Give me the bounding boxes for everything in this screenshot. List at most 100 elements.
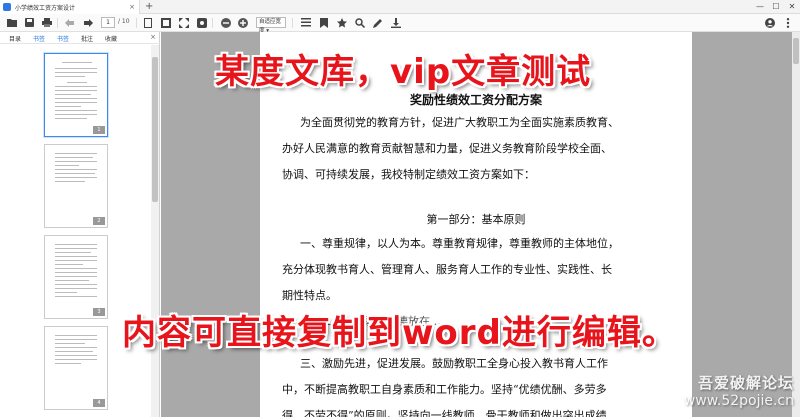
thumbnail-page-number: 3 xyxy=(93,308,105,316)
thumbnail-list: 1 2 3 4 xyxy=(0,45,150,417)
maximize-button[interactable]: ☐ xyxy=(768,0,784,14)
toolbar-separator xyxy=(136,18,137,28)
edit-icon[interactable] xyxy=(372,17,383,28)
watermark: 吾爱破解论坛 www.52pojie.cn xyxy=(684,372,794,409)
thumbnail-line xyxy=(55,106,81,107)
toolbar-separator xyxy=(212,18,213,28)
thumbnail-line xyxy=(55,94,91,95)
overlay-caption-top: 某度文库，vip文章测试 xyxy=(215,52,592,92)
page-number-input[interactable]: 1 xyxy=(101,17,115,28)
thumbnail-page-number: 1 xyxy=(93,126,105,134)
thumbnail-line xyxy=(55,252,91,253)
tab-annotations[interactable]: 批注 xyxy=(81,34,93,43)
thumbnail-line xyxy=(55,264,83,265)
close-window-button[interactable]: ✕ xyxy=(784,0,800,14)
tab-contents[interactable]: 目录 xyxy=(9,34,21,43)
thumbnail-line xyxy=(55,268,97,269)
thumbnail-line xyxy=(55,288,97,289)
thumbnail-line xyxy=(55,118,87,119)
thumbnail-line xyxy=(55,272,97,273)
single-page-icon[interactable] xyxy=(142,17,153,28)
window-controls: — ☐ ✕ xyxy=(752,0,800,14)
paragraph-line: 得、不劳不得”的原则。坚持向一线教师、骨干教师和做出突出成绩 xyxy=(282,409,607,417)
tab-thumbnails[interactable]: 书签 xyxy=(33,34,45,43)
thumbnail-line xyxy=(55,248,97,249)
thumbnail-line xyxy=(55,280,89,281)
tab-bookmarks[interactable]: 书签 xyxy=(57,34,69,43)
fit-page-icon[interactable] xyxy=(160,17,171,28)
toolbar-separator xyxy=(57,18,58,28)
new-tab-button[interactable]: + xyxy=(145,0,153,14)
thumbnail-line xyxy=(55,165,79,166)
toolbar: 1 / 10 自适应宽度 ▾ xyxy=(0,14,800,34)
thumbnail-line xyxy=(55,161,97,162)
thumbnail-line xyxy=(55,114,97,115)
open-folder-icon[interactable] xyxy=(6,17,17,28)
zoom-in-icon[interactable] xyxy=(237,17,248,28)
next-page-icon[interactable] xyxy=(83,17,94,28)
paragraph-line: 协调、可持续发展，我校特制定绩效工资方案如下： xyxy=(282,168,535,181)
tab-close-icon[interactable]: × xyxy=(129,3,135,11)
title-bar: 小学绩效工资方案设计 × + — ☐ ✕ xyxy=(0,0,800,14)
bookmark-icon[interactable] xyxy=(318,17,329,28)
sidebar-close-icon[interactable]: × xyxy=(150,33,156,41)
screenshot-icon[interactable] xyxy=(196,17,207,28)
page-thumbnail[interactable]: 1 xyxy=(44,53,108,137)
thumbnail-line xyxy=(55,177,97,178)
thumbnail-line xyxy=(55,98,97,99)
zoom-out-icon[interactable] xyxy=(220,17,231,28)
previous-page-icon[interactable] xyxy=(64,17,75,28)
thumbnail-line xyxy=(55,276,97,277)
thumbnail-line xyxy=(55,76,85,77)
document-title: 奖励性绩效工资分配方案 xyxy=(409,93,542,107)
paragraph-line: 一、尊重规律，以人为本。尊重教育规律，尊重教师的主体地位， xyxy=(300,237,619,250)
thumbnail-line xyxy=(55,102,97,103)
thumbnail-line xyxy=(55,72,97,73)
thumbnail-line xyxy=(55,244,97,245)
zoom-select[interactable]: 自适应宽度 ▾ xyxy=(256,17,286,34)
page-thumbnail[interactable]: 3 xyxy=(44,235,108,319)
thumbnail-line xyxy=(55,355,97,356)
page-thumbnail[interactable]: 4 xyxy=(44,326,108,410)
thumbnail-line xyxy=(55,343,85,344)
thumbnail-line xyxy=(55,347,97,348)
sidebar-scrollbar[interactable] xyxy=(151,45,159,417)
thumbnail-line xyxy=(55,157,93,158)
thumbnail-line xyxy=(55,181,85,182)
thumbnail-line xyxy=(62,62,92,63)
save-icon[interactable] xyxy=(24,17,35,28)
thumbnail-line xyxy=(55,292,77,293)
watermark-title: 吾爱破解论坛 xyxy=(697,374,794,392)
document-tab[interactable]: 小学绩效工资方案设计 × xyxy=(0,0,140,14)
thumbnail-line xyxy=(55,359,97,360)
thumbnail-line xyxy=(55,153,97,154)
thumbnail-line xyxy=(55,256,97,257)
page-thumbnail[interactable]: 2 xyxy=(44,144,108,228)
thumbnail-line xyxy=(55,68,97,69)
tab-title: 小学绩效工资方案设计 xyxy=(15,4,76,12)
outline-list-icon[interactable] xyxy=(300,17,311,28)
sidebar-scroll-thumb[interactable] xyxy=(152,57,158,202)
thumbnail-line xyxy=(55,335,97,336)
more-menu-icon[interactable] xyxy=(782,17,793,28)
download-icon[interactable] xyxy=(390,17,401,28)
search-icon[interactable] xyxy=(354,17,365,28)
fit-width-icon[interactable] xyxy=(178,17,189,28)
thumbnail-line xyxy=(55,110,97,111)
star-icon[interactable] xyxy=(336,17,347,28)
tab-favorites[interactable]: 收藏 xyxy=(105,34,117,43)
thumbnail-line xyxy=(55,173,95,174)
thumbnail-line xyxy=(67,82,87,83)
sidebar-tabs: 目录 书签 书签 批注 收藏 × xyxy=(0,32,160,44)
thumbnail-line xyxy=(55,296,97,297)
print-icon[interactable] xyxy=(41,17,52,28)
viewer-scrollbar[interactable] xyxy=(792,32,800,417)
minimize-button[interactable]: — xyxy=(752,0,768,14)
viewer-scroll-thumb[interactable] xyxy=(793,38,799,64)
thumbnail-line xyxy=(55,339,97,340)
paragraph-line: 三、激励先进，促进发展。鼓励教职工全身心投入教书育人工作 xyxy=(300,357,608,370)
section-heading: 第一部分：基本原则 xyxy=(426,213,526,226)
user-account-icon[interactable] xyxy=(764,17,775,28)
page-total-label: / 10 xyxy=(118,18,130,25)
thumbnail-line xyxy=(55,351,93,352)
